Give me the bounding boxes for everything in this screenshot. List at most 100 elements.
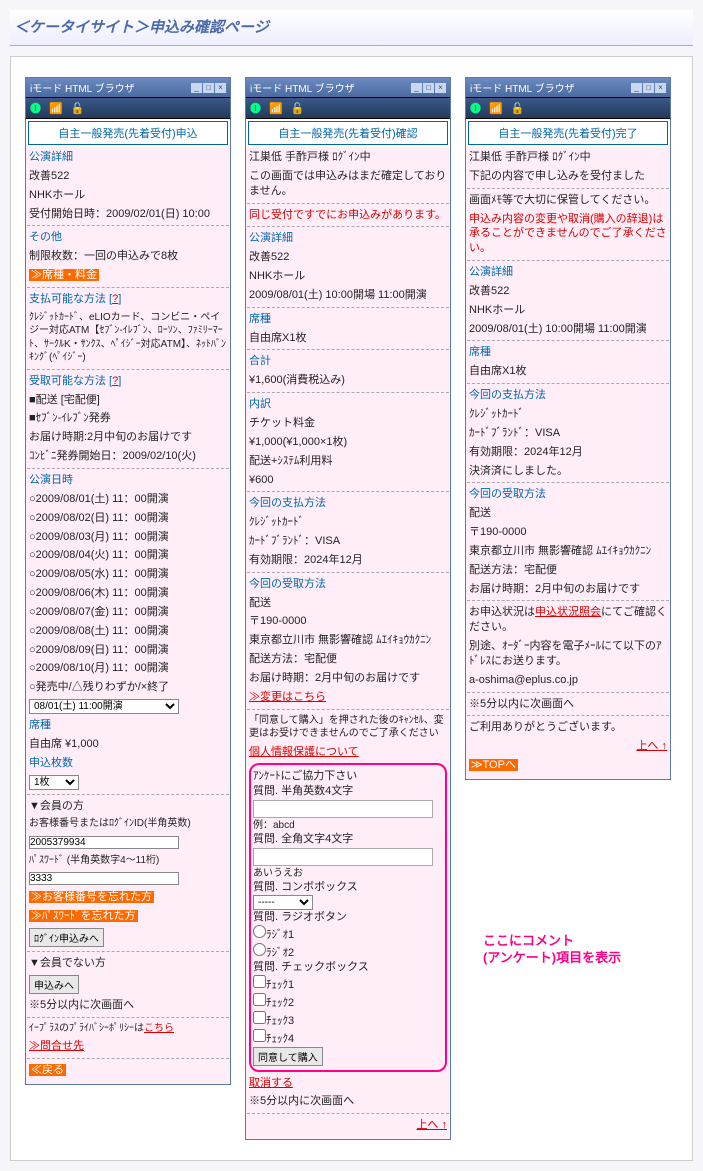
forgot-id-link[interactable]: ≫お客様番号を忘れた方 bbox=[29, 891, 154, 903]
survey-radio-2[interactable] bbox=[253, 943, 266, 956]
qty-select[interactable]: 1枚 bbox=[29, 775, 79, 790]
status-text-1: お申込状況は bbox=[469, 606, 535, 618]
pay-4: 決済済にしました。 bbox=[467, 462, 669, 481]
survey-check-4[interactable] bbox=[253, 1029, 266, 1042]
status-bar: 🅘 📶 🔓 bbox=[26, 97, 230, 119]
window-buttons[interactable]: _□× bbox=[410, 82, 446, 93]
screen-header: 自主一般発売(先着受付)申込 bbox=[28, 121, 228, 145]
sched-d3: ○2009/08/03(月) 11：00開演 bbox=[27, 528, 229, 547]
event-title: 改善522 bbox=[467, 282, 669, 301]
page-title: ＜ケータイサイト＞申込み確認ページ bbox=[10, 10, 693, 46]
survey-ex1: 例：abcd bbox=[253, 819, 443, 833]
section-seat: 席種 bbox=[249, 313, 271, 325]
seat-fee-link[interactable]: ≫席種・料金 bbox=[29, 269, 99, 281]
agree-purchase-button[interactable]: 同意して購入 bbox=[253, 1047, 323, 1066]
survey-q1: 質問. 半角英数4文字 bbox=[253, 784, 443, 799]
survey-radio-1[interactable] bbox=[253, 925, 266, 938]
section-pay: 支払可能な方法 [ bbox=[29, 293, 112, 305]
up-link[interactable]: 上へ ↑ bbox=[636, 740, 667, 752]
status-link[interactable]: 申込状況照会 bbox=[535, 606, 601, 618]
imode-icon: 🅘 bbox=[470, 100, 481, 116]
status-bar: 🅘 📶 🔓 bbox=[246, 97, 450, 119]
recv-1: 配送 bbox=[247, 594, 449, 613]
phone-complete: iモード HTML ブラウザ _□× 🅘 📶 🔓 自主一般発売(先着受付)完了 … bbox=[465, 77, 671, 780]
survey-combo[interactable]: ----- bbox=[253, 895, 313, 910]
login-user: 江巣低 手酢戸様 ﾛｸﾞｲﾝ中 bbox=[247, 148, 449, 167]
break-3: 配送+ｼｽﾃﾑ利用料 bbox=[247, 452, 449, 471]
signal-icon: 📶 bbox=[489, 102, 503, 115]
signal-icon: 📶 bbox=[49, 102, 63, 115]
window-buttons[interactable]: _□× bbox=[630, 82, 666, 93]
contact-link[interactable]: ≫問合せ先 bbox=[29, 1040, 84, 1052]
section-seat: 席種 bbox=[469, 346, 491, 358]
note-5min: ※5分以内に次画面へ bbox=[27, 996, 229, 1015]
forgot-pw-link[interactable]: ≫ﾊﾟｽﾜｰﾄﾞを忘れた方 bbox=[29, 910, 138, 922]
lock-icon: 🔓 bbox=[291, 102, 305, 115]
date-select[interactable]: 08/01(土) 11:00開演 bbox=[29, 699, 179, 714]
recv-5: お届け時期：2月中旬のお届けです bbox=[247, 669, 449, 688]
phones-container: iモード HTML ブラウザ _□× 🅘 📶 🔓 自主一般発売(先着受付)申込 … bbox=[10, 56, 693, 1161]
pay-1: ｸﾚｼﾞｯﾄｶｰﾄﾞ bbox=[247, 513, 449, 532]
nonmember-heading: ▼会員でない方 bbox=[27, 954, 229, 973]
survey-check-3[interactable] bbox=[253, 1011, 266, 1024]
section-break: 内訳 bbox=[249, 398, 271, 410]
survey-box: ｱﾝｹｰﾄにご協力下さい 質問. 半角英数4文字 例：abcd 質問. 全角文字… bbox=[249, 763, 447, 1071]
section-recv: 今回の受取方法 bbox=[469, 488, 546, 500]
window-buttons[interactable]: _□× bbox=[190, 82, 226, 93]
signal-icon: 📶 bbox=[269, 102, 283, 115]
title-bar: iモード HTML ブラウザ _□× bbox=[466, 78, 670, 97]
apply-button[interactable]: 申込みへ bbox=[29, 975, 79, 994]
phone-apply: iモード HTML ブラウザ _□× 🅘 📶 🔓 自主一般発売(先着受付)申込 … bbox=[25, 77, 231, 1085]
annotation-callout: ここにコメント (アンケート)項目を表示 bbox=[483, 933, 621, 967]
recv-4: ｺﾝﾋﾞﾆ発券開始日：2009/02/10(火) bbox=[27, 447, 229, 466]
imode-icon: 🅘 bbox=[250, 100, 261, 116]
member-id-input[interactable] bbox=[29, 836, 179, 849]
section-qty: 申込枚数 bbox=[29, 757, 73, 769]
survey-check-1-label: ﾁｪｯｸ1 bbox=[266, 979, 294, 991]
member-label: お客様番号またはﾛｸﾞｲﾝID(半角英数) bbox=[27, 815, 229, 833]
date: 2009/08/01(土) 10:00開場 11:00開演 bbox=[467, 320, 669, 339]
email-address: a-oshima@eplus.co.jp bbox=[467, 671, 669, 690]
sched-d1: ○2009/08/01(土) 11：00開演 bbox=[27, 490, 229, 509]
login-user: 江巣低 手酢戸様 ﾛｸﾞｲﾝ中 bbox=[467, 148, 669, 167]
event-title: 改善522 bbox=[247, 248, 449, 267]
sched-d5: ○2009/08/05(水) 11：00開演 bbox=[27, 565, 229, 584]
back-link[interactable]: ≪戻る bbox=[29, 1064, 66, 1076]
top-link[interactable]: ≫TOPへ bbox=[469, 759, 518, 771]
privacy-policy-link[interactable]: 個人情報保護について bbox=[249, 746, 359, 758]
total: ¥1,600(消費税込み) bbox=[247, 371, 449, 390]
cancel-link[interactable]: 取消する bbox=[249, 1077, 293, 1089]
up-link[interactable]: 上へ ↑ bbox=[416, 1119, 447, 1131]
section-recv: 受取可能な方法 [ bbox=[29, 375, 112, 387]
survey-q2-input[interactable] bbox=[253, 848, 433, 866]
privacy-link[interactable]: こちら bbox=[144, 1023, 174, 1034]
survey-check-1[interactable] bbox=[253, 975, 266, 988]
sched-d2: ○2009/08/02(日) 11：00開演 bbox=[27, 509, 229, 528]
agree-note: 「同意して購入」を押された後のｷｬﾝｾﾙ、変更はお受けできませんのでご了承くださ… bbox=[247, 712, 449, 743]
password-input[interactable] bbox=[29, 872, 179, 885]
recv-3: 東京都立川市 無影響確認 ﾑｴｲｷｮｳｶｸﾆﾝ bbox=[247, 631, 449, 650]
seat: 自由席X1枚 bbox=[247, 329, 449, 348]
duplicate-warning: 同じ受付ですでにお申込みがあります。 bbox=[247, 206, 449, 225]
pay-3: 有効期限：2024年12月 bbox=[467, 443, 669, 462]
msg-1: 下記の内容で申し込みを受付ました bbox=[467, 167, 669, 186]
recv-2: ■ｾﾌﾞﾝ-ｲﾚﾌﾞﾝ発券 bbox=[27, 409, 229, 428]
change-link[interactable]: ≫変更はこちら bbox=[249, 691, 326, 703]
section-total: 合計 bbox=[249, 355, 271, 367]
recv-1: ■配送 [宅配便] bbox=[27, 391, 229, 410]
recv-4: 配送方法：宅配便 bbox=[467, 561, 669, 580]
recv-1: 配送 bbox=[467, 504, 669, 523]
date: 2009/08/01(土) 10:00開場 11:00開演 bbox=[247, 286, 449, 305]
annotation-line2: (アンケート)項目を表示 bbox=[483, 950, 621, 965]
event-title: 改善522 bbox=[27, 167, 229, 186]
survey-q3: 質問. コンボボックス bbox=[253, 880, 443, 895]
member-heading: ▼会員の方 bbox=[27, 797, 229, 816]
login-apply-button[interactable]: ﾛｸﾞｲﾝ申込みへ bbox=[29, 928, 104, 947]
survey-check-2[interactable] bbox=[253, 993, 266, 1006]
recv-4: 配送方法：宅配便 bbox=[247, 650, 449, 669]
section-seat: 席種 bbox=[29, 719, 51, 731]
venue: NHKホール bbox=[27, 186, 229, 205]
survey-q1-input[interactable] bbox=[253, 800, 433, 818]
pay-2: ｶｰﾄﾞﾌﾞﾗﾝﾄﾞ：VISA bbox=[247, 532, 449, 551]
sched-status: ○発売中/△残りわずか/×終了 bbox=[27, 678, 229, 697]
